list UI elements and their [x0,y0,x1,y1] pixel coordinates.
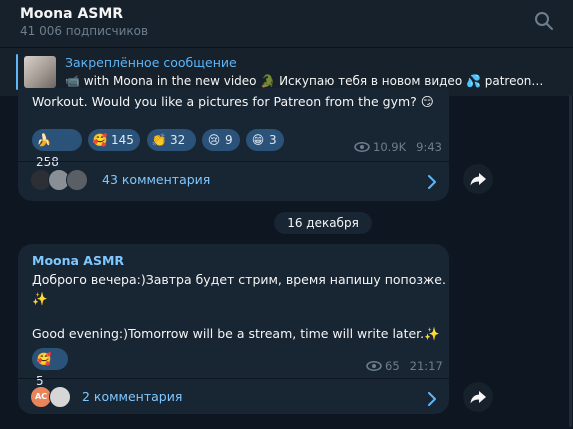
pinned-title: Закреплённое сообщение [65,55,237,70]
message-time: 21:17 [409,359,443,373]
reaction-love[interactable]: 🥰 145 [88,129,140,151]
message-bubble[interactable]: Moona ASMR Доброго вечера:)Завтра будет … [18,244,449,414]
pinned-indicator [16,54,18,90]
share-button[interactable] [463,382,493,412]
reaction-love[interactable]: 🥰5 [32,348,68,388]
comments-count: 2 комментария [82,389,183,404]
chevron-right-icon [426,391,438,406]
commenter-avatar [49,386,71,408]
channel-title[interactable]: Moona ASMR [20,6,123,22]
reaction-count: 3 [269,133,277,147]
eye-icon [366,360,382,374]
view-count: 10.9K [373,140,407,154]
share-button[interactable] [463,164,493,194]
pinned-text: 📹 with Moona in the new video 🐊 Искупаю … [65,74,544,88]
scrollbar[interactable] [569,95,572,427]
message-text: Workout. Would you like a pictures for P… [32,94,434,109]
smiling-hearts-emoji-icon: 🥰 [92,133,108,147]
reaction-banana[interactable]: 🍌258 [32,129,82,169]
subscriber-count: 41 006 подписчиков [20,24,149,38]
comments-divider [18,378,449,379]
message-text-line: Good evening:)Tomorrow will be a stream,… [32,326,440,341]
reaction-count: 32 [170,133,186,147]
comments-divider [18,161,449,162]
reaction-count: 9 [225,133,233,147]
comments-button[interactable]: 43 комментария [18,163,449,199]
chat-header[interactable]: Moona ASMR 41 006 подписчиков [0,0,573,47]
reaction-count: 145 [111,133,134,147]
comments-count: 43 комментария [102,172,211,187]
grin-emoji-icon: 😁 [251,133,265,147]
view-count: 65 [385,359,400,373]
comments-button[interactable]: AC 2 комментария [18,380,449,416]
smiling-hearts-emoji-icon: 🥰 [36,352,52,366]
chevron-right-icon [426,174,438,189]
commenter-avatar [66,169,88,191]
clap-emoji-icon: 👏 [151,133,167,147]
search-icon[interactable] [533,10,555,32]
banana-emoji-icon: 🍌 [36,133,52,147]
message-text-line: Доброго вечера:)Завтра будет стрим, врем… [32,272,446,287]
message-bubble[interactable]: Workout. Would you like a pictures for P… [18,88,449,201]
message-time: 9:43 [416,140,442,154]
reaction-grin[interactable]: 😁 3 [246,129,284,151]
share-icon [470,173,486,186]
reaction-cry[interactable]: 😢 9 [202,129,240,151]
date-separator: 16 декабря [274,212,372,234]
eye-icon [354,141,370,155]
message-meta: 65 21:17 [366,359,443,374]
share-icon [470,391,486,404]
message-sender[interactable]: Moona ASMR [32,253,124,268]
crying-emoji-icon: 😢 [207,133,221,147]
sparkle-emoji-icon: ✨ [32,291,48,306]
pinned-thumbnail [24,56,56,88]
reaction-clap[interactable]: 👏 32 [147,129,196,151]
message-meta: 10.9K 9:43 [354,140,442,155]
